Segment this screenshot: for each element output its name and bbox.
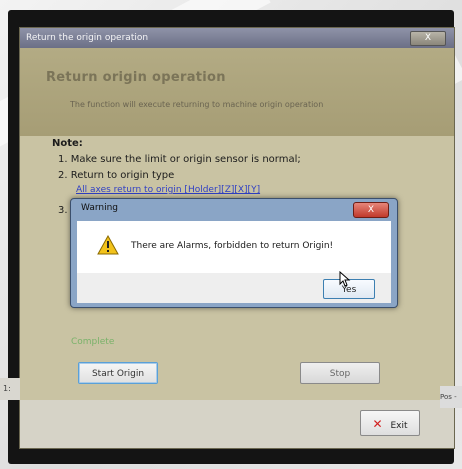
start-origin-button[interactable]: Start Origin <box>78 362 158 384</box>
warning-title: Warning <box>81 203 119 213</box>
exit-button[interactable]: ✕ Exit <box>360 410 420 436</box>
mouse-cursor-icon <box>339 270 351 291</box>
warning-triangle-icon <box>97 234 119 259</box>
return-axes-link[interactable]: All axes return to origin [Holder][Z][X]… <box>76 185 260 195</box>
note-item-origin-type: 2. Return to origin type <box>58 170 175 181</box>
warning-close-button[interactable]: X <box>353 202 389 218</box>
stop-button[interactable]: Stop <box>300 362 380 384</box>
note-item-3: 3. <box>58 205 68 216</box>
window-close-button[interactable]: X <box>410 31 446 46</box>
warning-dialog: Warning X There are Alarms, forbidden to… <box>70 198 398 308</box>
close-icon: ✕ <box>372 417 383 431</box>
warning-footer: Yes <box>77 270 391 303</box>
header-title: Return origin operation <box>46 70 226 85</box>
header-description: The function will execute returning to m… <box>70 100 324 109</box>
window-titlebar: Return the origin operation X <box>20 28 454 48</box>
note-title: Note: <box>52 138 83 149</box>
warning-message: There are Alarms, forbidden to return Or… <box>131 241 334 251</box>
warning-body: There are Alarms, forbidden to return Or… <box>77 221 391 273</box>
note-item-sensor: 1. Make sure the limit or origin sensor … <box>58 154 301 165</box>
window-title: Return the origin operation <box>26 33 149 43</box>
header-band <box>20 48 454 136</box>
background-window-fragment-right: Pos - <box>440 386 462 408</box>
background-window-fragment-left: 1: <box>0 378 20 400</box>
status-complete: Complete <box>71 337 115 347</box>
exit-label: Exit <box>390 421 408 431</box>
